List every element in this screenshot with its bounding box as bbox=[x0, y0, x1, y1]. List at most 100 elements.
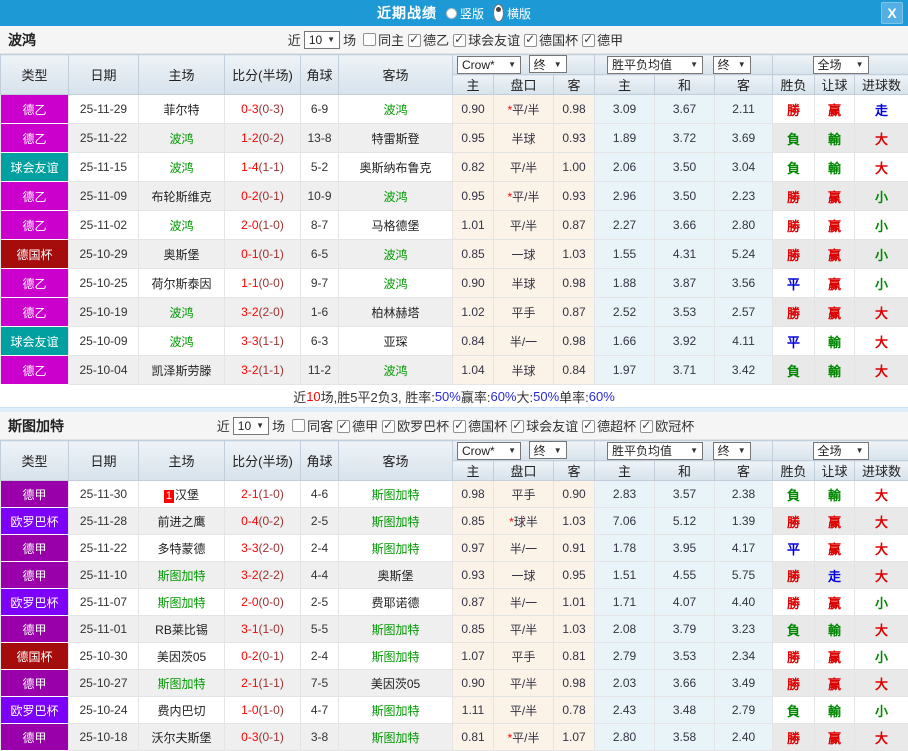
result-handicap-cell: 赢 bbox=[814, 181, 856, 211]
halftime-score: (0-0) bbox=[258, 595, 284, 609]
final-select-1[interactable]: 终 ▼ bbox=[528, 55, 567, 74]
same-venue-checkbox[interactable] bbox=[363, 33, 377, 46]
league-checkbox-球会友谊[interactable] bbox=[453, 32, 467, 47]
table-row: 欧罗巴杯 25-11-28 前进之鹰 0-4(0-2) 2-5 斯图加特 0.85 *球半 1.… bbox=[0, 507, 908, 535]
handicap-cell: 半/一 bbox=[493, 588, 554, 616]
league-cell: 德甲 bbox=[0, 534, 69, 562]
result-wdl-cell: 勝 bbox=[772, 210, 816, 240]
fulltime-score: 1-1 bbox=[241, 276, 259, 290]
bookmaker-select[interactable]: Crow* ▼ bbox=[457, 441, 521, 460]
avg-draw-cell: 3.53 bbox=[654, 297, 716, 327]
avg-header: 胜平负均值 ▼ 终 ▼ bbox=[594, 54, 774, 75]
fulltime-score: 3-2 bbox=[241, 568, 259, 582]
corner-cell: 3-8 bbox=[300, 723, 339, 751]
chevron-down-icon: ▼ bbox=[855, 446, 864, 455]
home-team-cell: 菲尔特 bbox=[138, 94, 225, 124]
home-team-cell: 多特蒙德 bbox=[138, 534, 225, 562]
away-team-cell: 波鸿 bbox=[338, 239, 453, 269]
avg-select[interactable]: 胜平负均值 ▼ bbox=[607, 55, 704, 74]
avg-draw-cell: 3.67 bbox=[654, 94, 716, 124]
avg-home-cell: 1.51 bbox=[594, 561, 656, 589]
result-wdl-cell: 負 bbox=[772, 355, 816, 385]
odds-home-cell: 0.85 bbox=[452, 615, 494, 643]
result-goals-cell: 小 bbox=[854, 696, 908, 724]
league-checkbox-label: 德甲 bbox=[597, 33, 624, 48]
odds-away-cell: 1.01 bbox=[552, 588, 596, 616]
layout-radio-vertical-label[interactable]: 竖版 bbox=[460, 5, 484, 22]
chevron-down-icon: ▼ bbox=[737, 446, 746, 455]
layout-radio-horizontal[interactable] bbox=[493, 4, 504, 22]
odds-away-cell: 1.03 bbox=[552, 239, 596, 269]
table-row: 德乙 25-11-22 波鸿 1-2(0-2) 13-8 特雷斯登 0.95 半球 0.93 1.… bbox=[0, 123, 908, 153]
final-select-2[interactable]: 终 ▼ bbox=[712, 55, 751, 74]
away-team-cell: 费耶诺德 bbox=[338, 588, 453, 616]
avg-away-cell: 5.24 bbox=[714, 239, 774, 269]
final-select-2[interactable]: 终 ▼ bbox=[712, 441, 751, 460]
near-count-select[interactable]: 10 ▼ bbox=[303, 30, 341, 49]
avg-select[interactable]: 胜平负均值 ▼ bbox=[607, 441, 704, 460]
result-wdl-cell: 勝 bbox=[772, 297, 816, 327]
odds-away-cell: 0.87 bbox=[552, 210, 596, 240]
layout-radio-horizontal-label[interactable]: 横版 bbox=[507, 5, 531, 22]
odds-home-cell: 0.93 bbox=[452, 561, 494, 589]
result-wdl-cell: 勝 bbox=[772, 723, 816, 751]
league-checkbox-德甲[interactable] bbox=[337, 418, 351, 433]
avg-away-cell: 2.57 bbox=[714, 297, 774, 327]
avg-draw-cell: 4.07 bbox=[654, 588, 716, 616]
date-cell: 25-11-28 bbox=[68, 507, 139, 535]
league-checkbox-欧罗巴杯[interactable] bbox=[382, 418, 396, 433]
league-checkbox-label: 球会友谊 bbox=[468, 33, 521, 48]
away-team-name: 特雷斯登 bbox=[371, 131, 420, 146]
result-wdl-cell: 負 bbox=[772, 615, 816, 643]
games-label: 场 bbox=[343, 33, 357, 48]
close-icon[interactable]: X bbox=[881, 2, 903, 24]
league-checkbox-球会友谊[interactable] bbox=[511, 418, 525, 433]
score-cell: 1-1(0-0) bbox=[224, 268, 301, 298]
same-venue-checkbox[interactable] bbox=[292, 419, 306, 432]
fulltime-score: 2-0 bbox=[241, 595, 259, 609]
league-checkbox-德甲[interactable] bbox=[582, 32, 596, 47]
corner-cell: 6-3 bbox=[300, 326, 339, 356]
bookmaker-header: Crow* ▼ 终 ▼ bbox=[451, 54, 596, 75]
league-checkbox-德国杯[interactable] bbox=[453, 418, 467, 433]
fullmatch-select[interactable]: 全场 ▼ bbox=[812, 55, 869, 74]
layout-radio-vertical[interactable] bbox=[445, 7, 457, 19]
avg-home-cell: 7.06 bbox=[594, 507, 656, 535]
near-count-select[interactable]: 10 ▼ bbox=[232, 416, 270, 435]
final-select-1[interactable]: 终 ▼ bbox=[528, 441, 567, 460]
result-goals-cell: 大 bbox=[854, 507, 908, 535]
corner-cell: 4-4 bbox=[300, 561, 339, 589]
home-team-name: 斯图加特 bbox=[157, 568, 206, 583]
league-checkbox-欧冠杯[interactable] bbox=[640, 418, 654, 433]
odds-home-cell: 0.82 bbox=[452, 152, 494, 182]
away-team-cell: 斯图加特 bbox=[338, 696, 453, 724]
handicap-cell: 平/半 bbox=[493, 152, 554, 182]
avg-draw-cell: 3.50 bbox=[654, 152, 716, 182]
odds-away-cell: 0.93 bbox=[552, 181, 596, 211]
date-cell: 25-11-22 bbox=[68, 123, 139, 153]
corner-cell: 6-5 bbox=[300, 239, 339, 269]
avg-home-cell: 2.27 bbox=[594, 210, 656, 240]
subcol-客: 客 bbox=[714, 74, 774, 95]
result-goals-cell: 小 bbox=[854, 642, 908, 670]
home-team-name: 波鸿 bbox=[169, 334, 194, 349]
league-checkbox-德超杯[interactable] bbox=[582, 418, 596, 433]
fullmatch-select[interactable]: 全场 ▼ bbox=[812, 441, 869, 460]
avg-home-cell: 2.43 bbox=[594, 696, 656, 724]
corner-cell: 10-9 bbox=[300, 181, 339, 211]
same-venue-label: 同主 bbox=[378, 33, 405, 48]
score-cell: 0-2(0-1) bbox=[224, 181, 301, 211]
league-checkbox-德乙[interactable] bbox=[408, 32, 422, 47]
away-team-cell: 斯图加特 bbox=[338, 615, 453, 643]
odds-home-cell: 1.02 bbox=[452, 297, 494, 327]
avg-away-cell: 4.11 bbox=[714, 326, 774, 356]
rank-badge: 1 bbox=[163, 489, 175, 503]
table-row: 德甲 25-11-22 多特蒙德 3-3(2-0) 2-4 斯图加特 0.97 半/一 0.91… bbox=[0, 534, 908, 562]
table-row: 球会友谊 25-10-09 波鸿 3-3(1-1) 6-3 亚琛 0.84 半/一 0.98 1.… bbox=[0, 326, 908, 356]
same-venue-label: 同客 bbox=[307, 419, 334, 434]
away-team-name: 奥斯堡 bbox=[377, 568, 414, 583]
avg-draw-cell: 3.71 bbox=[654, 355, 716, 385]
bookmaker-select[interactable]: Crow* ▼ bbox=[457, 55, 521, 74]
league-checkbox-德国杯[interactable] bbox=[524, 32, 538, 47]
away-team-cell: 斯图加特 bbox=[338, 480, 453, 508]
